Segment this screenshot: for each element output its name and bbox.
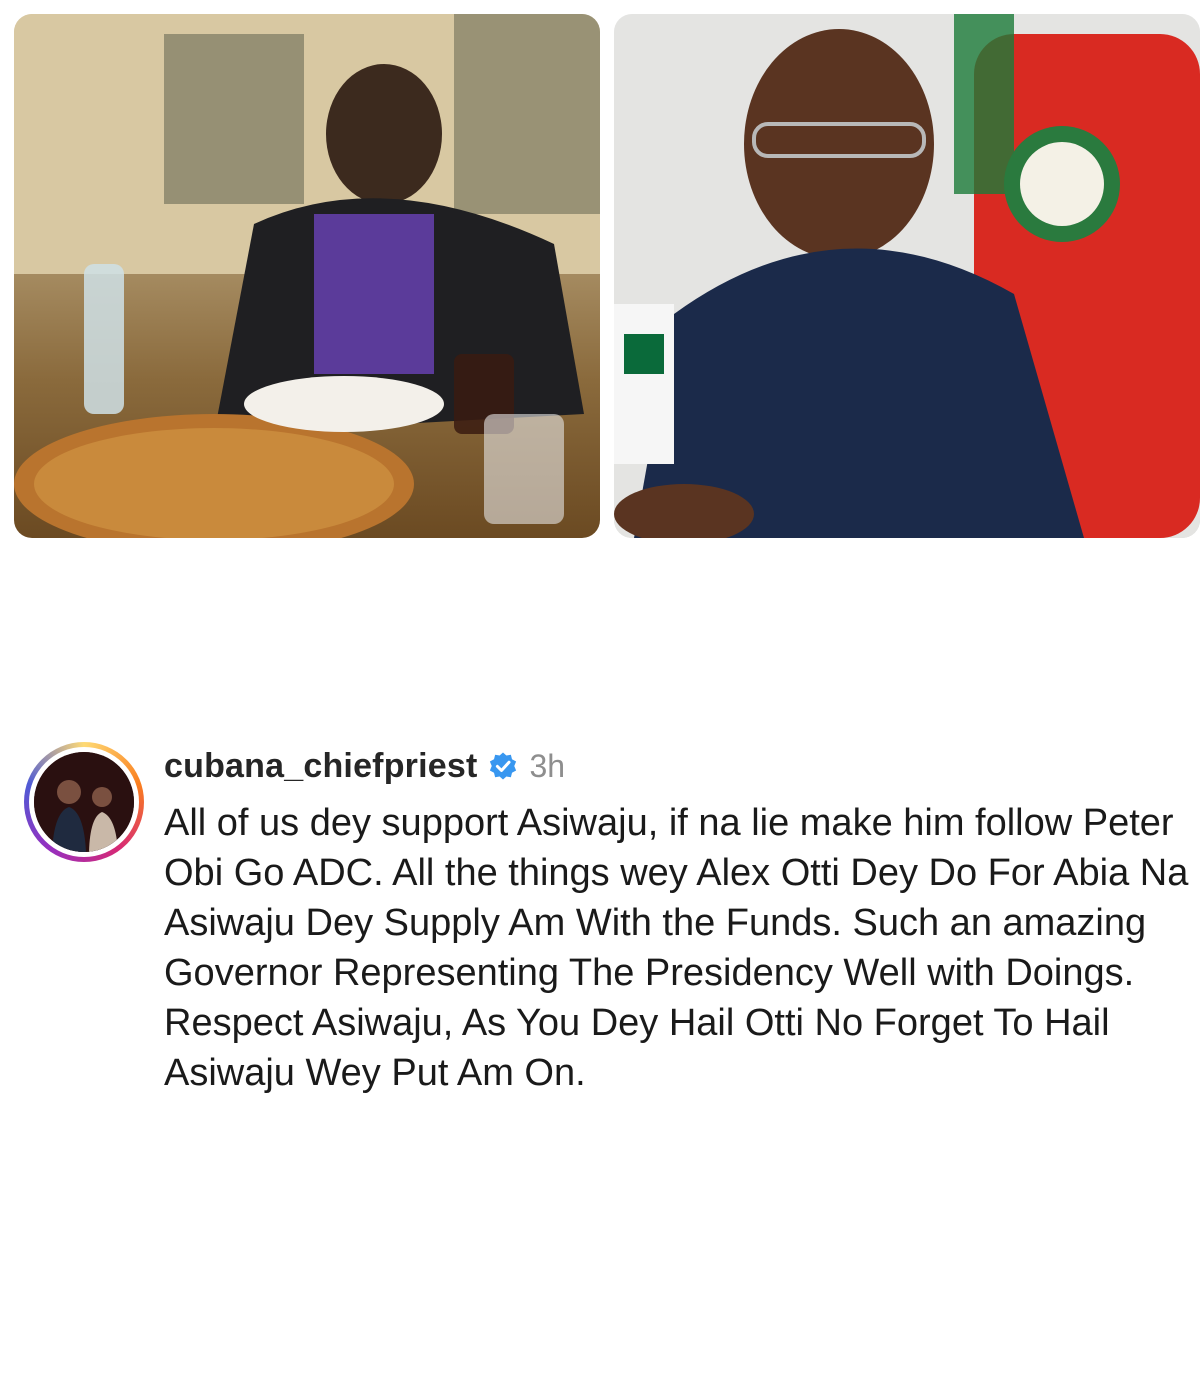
comment-body: cubana_chiefpriest 3h All of us dey supp… — [164, 744, 1194, 1098]
avatar-border — [29, 747, 139, 857]
photo-governor-graphic — [614, 14, 1200, 538]
photo-row — [14, 14, 1200, 538]
verified-badge-icon — [488, 751, 518, 781]
avatar-graphic — [34, 752, 134, 852]
avatar-image — [34, 752, 134, 852]
comment-text: All of us dey support Asiwaju, if na lie… — [164, 802, 1189, 1094]
avatar[interactable] — [24, 742, 144, 862]
photo-man-eating[interactable] — [14, 14, 600, 538]
comment-meta: cubana_chiefpriest 3h — [164, 744, 1194, 788]
comment-time: 3h — [529, 747, 566, 784]
photo-man-eating-graphic — [14, 14, 600, 538]
username[interactable]: cubana_chiefpriest — [164, 747, 478, 786]
photo-governor[interactable] — [614, 14, 1200, 538]
